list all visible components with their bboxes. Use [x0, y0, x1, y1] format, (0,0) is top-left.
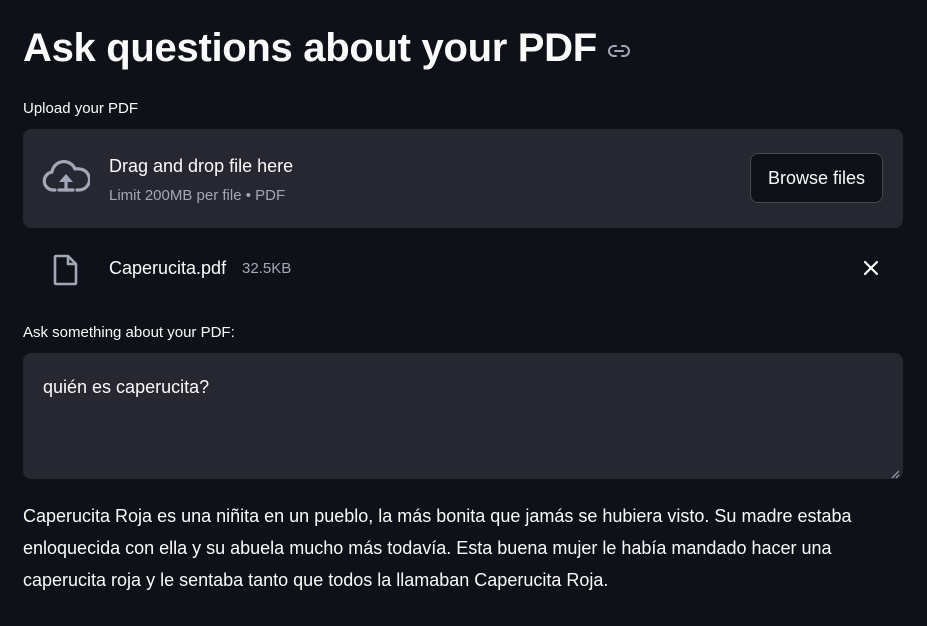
uploaded-file-size: 32.5KB [242, 260, 292, 277]
app-page: Ask questions about your PDF Upload your… [0, 0, 927, 626]
upload-label: Upload your PDF [23, 100, 139, 117]
page-header: Ask questions about your PDF [23, 22, 631, 74]
resize-handle-icon[interactable] [890, 466, 900, 479]
page-title: Ask questions about your PDF [23, 26, 597, 70]
link-icon[interactable] [607, 39, 631, 63]
close-icon[interactable] [861, 258, 881, 278]
document-icon [52, 254, 78, 286]
cloud-upload-icon [42, 159, 92, 195]
file-dropzone[interactable]: Drag and drop file here Limit 200MB per … [23, 129, 903, 228]
uploaded-file-name: Caperucita.pdf [109, 258, 227, 278]
question-input[interactable]: quién es caperucita? [23, 353, 903, 479]
dropzone-subtitle: Limit 200MB per file • PDF [109, 187, 286, 204]
uploaded-file-row: Caperucita.pdf 32.5KB [23, 248, 903, 288]
question-label: Ask something about your PDF: [23, 324, 235, 341]
dropzone-title: Drag and drop file here [109, 156, 294, 176]
answer-text: Caperucita Roja es una niñita en un pueb… [23, 506, 852, 590]
question-input-wrapper: quién es caperucita? [23, 353, 903, 479]
browse-files-button[interactable]: Browse files [750, 153, 883, 203]
